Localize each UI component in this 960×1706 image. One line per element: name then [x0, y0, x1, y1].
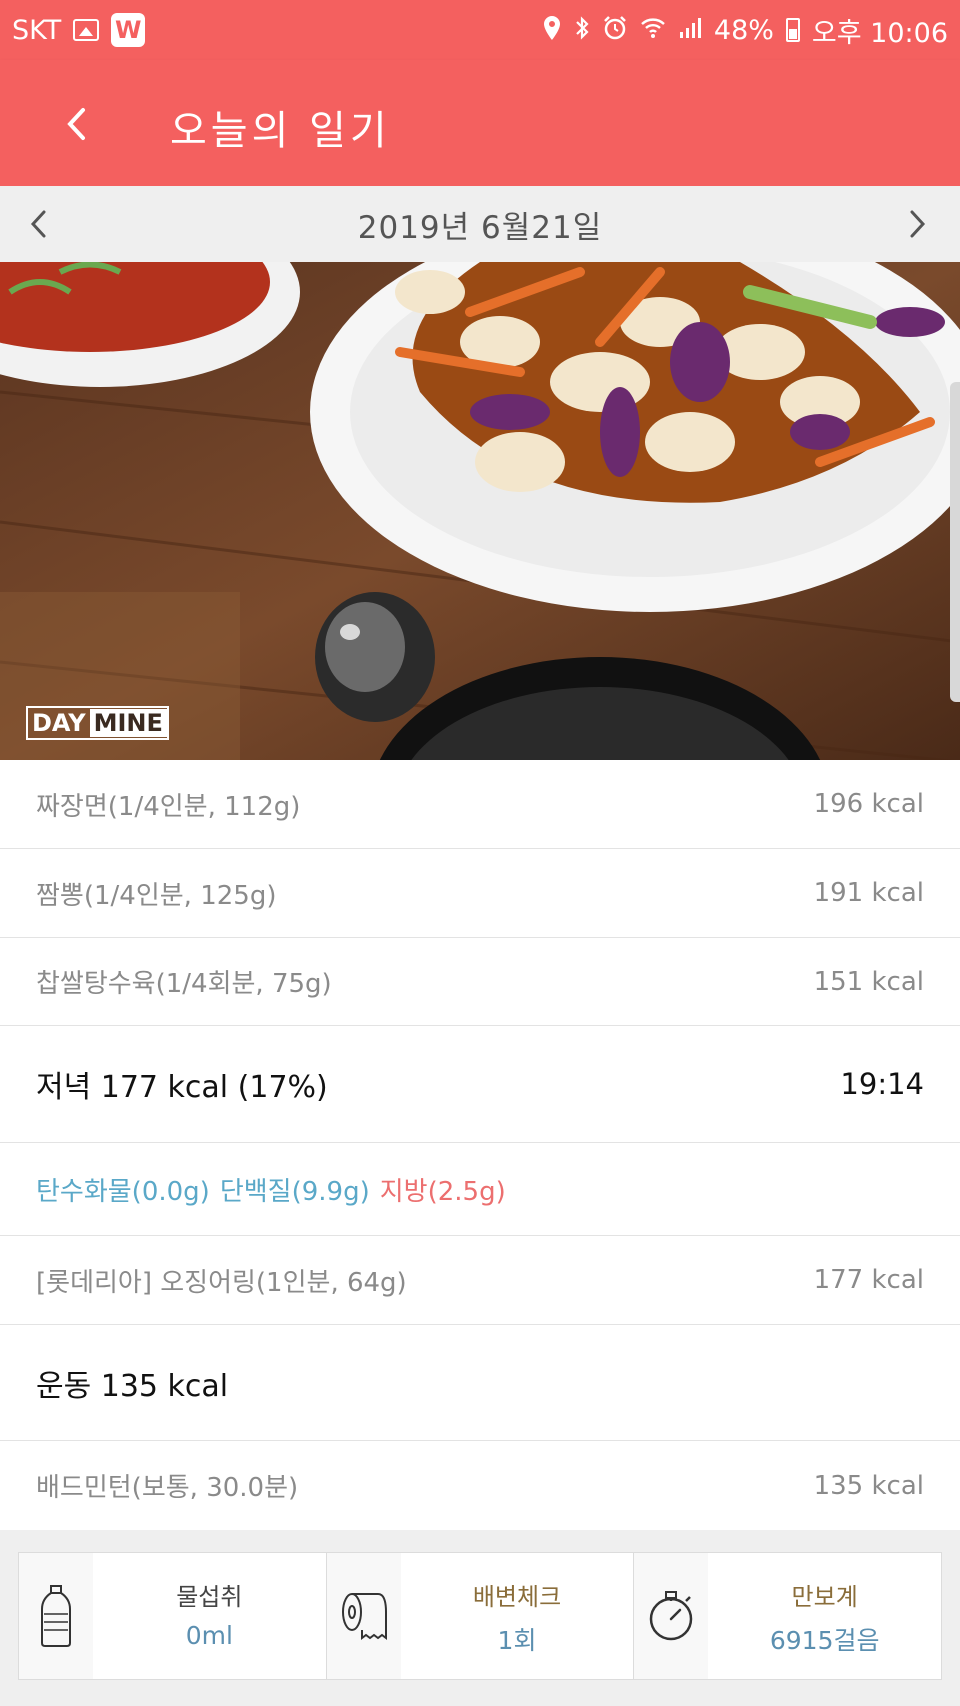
food-name: 짜장면(1/4인분, 112g): [36, 791, 301, 822]
meal-time: 19:14: [840, 1067, 924, 1101]
food-name: 짬뽕(1/4인분, 125g): [36, 880, 277, 911]
food-name: 찹쌀탕수육(1/4회분, 75g): [36, 969, 332, 999]
previous-day-button[interactable]: [18, 204, 58, 244]
wifi-icon: [640, 16, 666, 45]
toilet-paper-icon: [341, 1593, 387, 1640]
bowel-check-card[interactable]: 배변체크 1회: [326, 1553, 635, 1679]
food-kcal: 177 kcal: [813, 1265, 924, 1295]
back-button[interactable]: [48, 96, 104, 152]
exercise-section-header[interactable]: 운동 135 kcal: [0, 1325, 960, 1441]
food-kcal: 191 kcal: [813, 878, 924, 908]
food-item-row[interactable]: 짜장면(1/4인분, 112g) 196 kcal: [0, 760, 960, 849]
scroll-handle[interactable]: [950, 382, 960, 702]
bluetooth-icon: [574, 15, 590, 46]
meal-section-header[interactable]: 저녁 177 kcal (17%) 19:14: [0, 1026, 960, 1143]
next-day-button[interactable]: [898, 204, 938, 244]
status-bar: SKT W 48% 오후 10:06: [0, 0, 960, 60]
chevron-left-icon: [30, 210, 46, 238]
bowel-value: 1회: [497, 1626, 537, 1655]
clock: 오후 10:06: [811, 17, 948, 49]
battery-percent: 48%: [713, 14, 774, 46]
chevron-left-icon: [67, 108, 85, 140]
exercise-kcal: 135 kcal: [813, 1470, 924, 1501]
exercise-title: 운동 135 kcal: [36, 1368, 229, 1404]
food-kcal: 151 kcal: [813, 966, 924, 997]
pedometer-card[interactable]: 만보계 6915걸음: [634, 1553, 941, 1679]
exercise-name: 배드민턴(보통, 30.0분): [36, 1473, 299, 1503]
water-bottle-icon: [41, 1585, 71, 1647]
nutrient-summary: 탄수화물(0.0g) 단백질(9.9g) 지방(2.5g): [0, 1143, 960, 1236]
food-item-row[interactable]: 짬뽕(1/4인분, 125g) 191 kcal: [0, 849, 960, 938]
carb-value: 탄수화물(0.0g): [36, 1176, 210, 1207]
tracker-cards: 물섭취 0ml 배변체크 1회 만보계 6915걸음: [18, 1552, 942, 1680]
pedometer-title: 만보계: [791, 1583, 858, 1611]
pedometer-value: 6915걸음: [769, 1626, 880, 1655]
location-icon: [542, 15, 562, 46]
app-badge-icon: W: [111, 13, 146, 47]
chevron-right-icon: [910, 210, 926, 238]
food-item-row[interactable]: [롯데리아] 오징어링(1인분, 64g) 177 kcal: [0, 1236, 960, 1325]
protein-value: 단백질(9.9g): [219, 1176, 370, 1207]
signal-icon: [678, 16, 702, 45]
meal-title: 저녁 177 kcal (17%): [36, 1070, 328, 1105]
meal-photo[interactable]: DAY MINE: [0, 262, 960, 760]
gallery-icon: [73, 19, 100, 41]
date-navigator: 2019년 6월21일: [0, 186, 960, 262]
battery-icon: [785, 18, 800, 42]
app-bar: 오늘의 일기: [0, 60, 960, 186]
food-item-row[interactable]: 찹쌀탕수육(1/4회분, 75g) 151 kcal: [0, 938, 960, 1026]
alarm-icon: [602, 15, 628, 46]
page-title: 오늘의 일기: [170, 108, 391, 154]
current-date[interactable]: 2019년 6월21일: [358, 202, 602, 247]
fat-value: 지방(2.5g): [379, 1176, 506, 1207]
exercise-item-row[interactable]: 배드민턴(보통, 30.0분) 135 kcal: [0, 1441, 960, 1530]
water-value: 0ml: [185, 1621, 233, 1650]
carrier-label: SKT: [12, 14, 62, 46]
stopwatch-icon: [650, 1591, 693, 1641]
tracker-bar: 물섭취 0ml 배변체크 1회 만보계 6915걸음: [0, 1530, 960, 1706]
water-title: 물섭취: [176, 1583, 243, 1611]
food-name: [롯데리아] 오징어링(1인분, 64g): [36, 1267, 407, 1298]
bowel-title: 배변체크: [472, 1583, 562, 1611]
water-intake-card[interactable]: 물섭취 0ml: [19, 1553, 327, 1679]
food-kcal: 196 kcal: [813, 789, 924, 819]
daymine-logo: DAY MINE: [26, 706, 169, 740]
